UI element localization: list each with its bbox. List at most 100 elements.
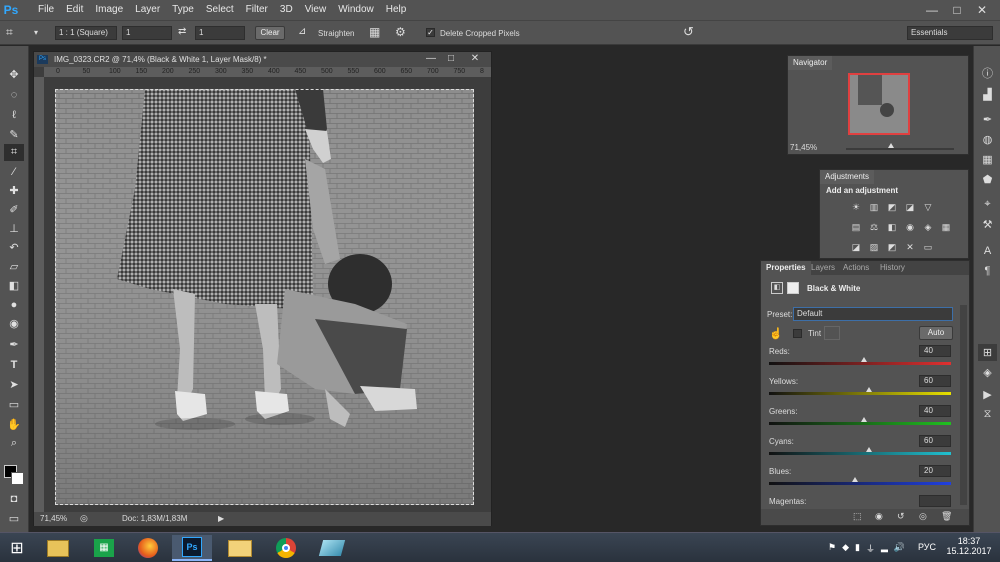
flag-icon[interactable]: ⚑ — [828, 542, 836, 555]
levels-icon[interactable]: ▥ — [868, 202, 880, 212]
clip-to-layer-icon[interactable]: ⬚ — [853, 511, 862, 522]
delete-cropped-checkbox[interactable]: ✓ — [426, 28, 435, 37]
brush-preset-icon[interactable]: ✒ — [978, 111, 997, 128]
trash-icon[interactable]: 🗑 — [941, 511, 952, 522]
hand-tool-icon[interactable]: ✋ — [4, 416, 24, 433]
slider-thumb[interactable] — [866, 447, 873, 452]
properties-dock-icon[interactable]: ⊞ — [978, 344, 997, 361]
crop-tool-icon[interactable]: ⌗ — [6, 25, 13, 40]
doc-maximize-button[interactable]: □ — [442, 53, 460, 65]
curves-icon[interactable]: ◩ — [886, 202, 898, 212]
paragraph-icon[interactable]: ¶ — [978, 262, 997, 279]
hue-sat-icon[interactable]: ▤ — [850, 222, 862, 232]
view-previous-icon[interactable]: ◉ — [875, 511, 883, 522]
auto-button[interactable]: Auto — [919, 326, 953, 340]
rectangle-tool-icon[interactable]: ▭ — [4, 396, 24, 413]
gear-icon[interactable]: ⚙ — [395, 25, 406, 39]
clone-source-icon[interactable]: ⌖ — [978, 196, 997, 213]
menu-image[interactable]: Image — [89, 0, 129, 20]
navigator-zoom-slider[interactable] — [846, 148, 954, 150]
gradient-map-icon[interactable]: ▭ — [922, 242, 934, 252]
swap-icon[interactable]: ⇄ — [178, 26, 186, 37]
slider-value-input[interactable]: 60 — [919, 435, 951, 447]
slider-value-input[interactable] — [919, 495, 951, 507]
folder-icon[interactable] — [220, 535, 260, 561]
status-menu-icon[interactable]: ◎ — [80, 513, 88, 524]
quick-select-icon[interactable]: ✎ — [4, 126, 24, 143]
photo-filter-icon[interactable]: ◉ — [904, 222, 916, 232]
menu-file[interactable]: File — [32, 0, 60, 20]
menu-layer[interactable]: Layer — [129, 0, 166, 20]
menu-help[interactable]: Help — [380, 0, 413, 20]
screen-mode-icon[interactable]: ▭ — [4, 510, 24, 527]
ratio-select[interactable]: 1 : 1 (Square) — [55, 26, 117, 40]
stamp-tool-icon[interactable]: ⊥ — [4, 220, 24, 237]
tray-icons[interactable]: ⚑ ◆ ▮ ⏚ ▂ 🔊 — [828, 542, 918, 555]
blur-tool-icon[interactable]: ● — [4, 296, 24, 313]
maximize-button[interactable]: □ — [945, 0, 969, 20]
history-brush-icon[interactable]: ↶ — [4, 239, 24, 256]
navigator-zoom[interactable]: 71,45% — [790, 143, 817, 152]
tint-color-swatch[interactable] — [824, 326, 840, 340]
menu-type[interactable]: Type — [166, 0, 200, 20]
tab-actions[interactable]: Actions — [838, 261, 874, 275]
path-select-icon[interactable]: ➤ — [4, 376, 24, 393]
slider-track[interactable] — [769, 452, 951, 455]
visibility-eye-icon[interactable]: ◎ — [919, 511, 927, 522]
type-tool-icon[interactable]: T — [4, 356, 24, 373]
clear-button[interactable]: Clear — [255, 26, 285, 40]
preset-select[interactable]: Default — [793, 307, 953, 321]
firefox-icon[interactable] — [128, 535, 168, 561]
width-input[interactable]: 1 — [122, 26, 172, 40]
menu-window[interactable]: Window — [332, 0, 380, 20]
reset-adjustment-icon[interactable]: ↺ — [897, 511, 905, 522]
tab-layers[interactable]: Layers — [806, 261, 840, 275]
usb-icon[interactable]: ⏚ — [866, 542, 875, 555]
dodge-tool-icon[interactable]: ◉ — [4, 315, 24, 332]
gradient-tool-icon[interactable]: ◧ — [4, 277, 24, 294]
info-icon[interactable]: ⓘ — [978, 64, 997, 81]
navigator-thumbnail[interactable] — [848, 73, 910, 135]
close-button[interactable]: ✕ — [970, 0, 994, 20]
tab-properties[interactable]: Properties — [761, 261, 811, 275]
language-indicator[interactable]: РУС — [918, 542, 936, 552]
exposure-icon[interactable]: ◪ — [904, 202, 916, 212]
vertical-scrollbar[interactable] — [477, 77, 491, 512]
chevron-down-icon[interactable]: ▾ — [34, 28, 38, 37]
tint-checkbox[interactable] — [793, 329, 802, 338]
height-input[interactable]: 1 — [195, 26, 245, 40]
styles-icon[interactable]: ⬟ — [978, 171, 997, 188]
store-icon[interactable]: ▦ — [84, 535, 124, 561]
eraser-icon[interactable]: ▱ — [4, 258, 24, 275]
quick-mask-icon[interactable]: ◘ — [4, 490, 24, 507]
volume-icon[interactable]: 🔊 — [894, 542, 905, 555]
straighten-button[interactable]: Straighten — [318, 29, 354, 38]
marquee-tool-icon[interactable]: ◌ — [4, 86, 24, 103]
slider-track[interactable] — [769, 422, 951, 425]
properties-scrollbar[interactable] — [960, 305, 967, 505]
lasso-tool-icon[interactable]: ℓ — [4, 106, 24, 123]
app-icon[interactable] — [312, 535, 352, 561]
histogram-icon[interactable]: ▟ — [978, 86, 997, 103]
adjustments-tab[interactable]: Adjustments — [820, 170, 875, 184]
signal-icon[interactable]: ▂ — [881, 542, 888, 555]
black-white-icon[interactable]: ◧ — [886, 222, 898, 232]
character-icon[interactable]: A — [978, 242, 997, 259]
vibrance-triangle-icon[interactable]: ▽ — [922, 202, 934, 212]
healing-brush-icon[interactable]: ✚ — [4, 182, 24, 199]
selective-color-icon[interactable]: ✕ — [904, 242, 916, 252]
actions-dock-icon[interactable]: ▶ — [978, 386, 997, 403]
layer-mask-icon[interactable] — [787, 282, 799, 294]
zoom-tool-icon[interactable]: ⌕ — [4, 435, 24, 452]
grid-overlay-icon[interactable]: ▦ — [369, 25, 380, 39]
workspace-select[interactable]: Essentials — [907, 26, 993, 40]
brush-tool-icon[interactable]: ✐ — [4, 201, 24, 218]
straighten-icon[interactable]: ⊿ — [298, 26, 306, 37]
eyedropper-icon[interactable]: ⁄ — [4, 163, 24, 180]
chrome-icon[interactable] — [266, 535, 306, 561]
menu-3d[interactable]: 3D — [274, 0, 299, 20]
clock[interactable]: 18:37 15.12.2017 — [946, 536, 992, 556]
move-tool-icon[interactable]: ✥ — [4, 66, 24, 83]
slider-track[interactable] — [769, 482, 951, 485]
posterize-icon[interactable]: ▨ — [868, 242, 880, 252]
